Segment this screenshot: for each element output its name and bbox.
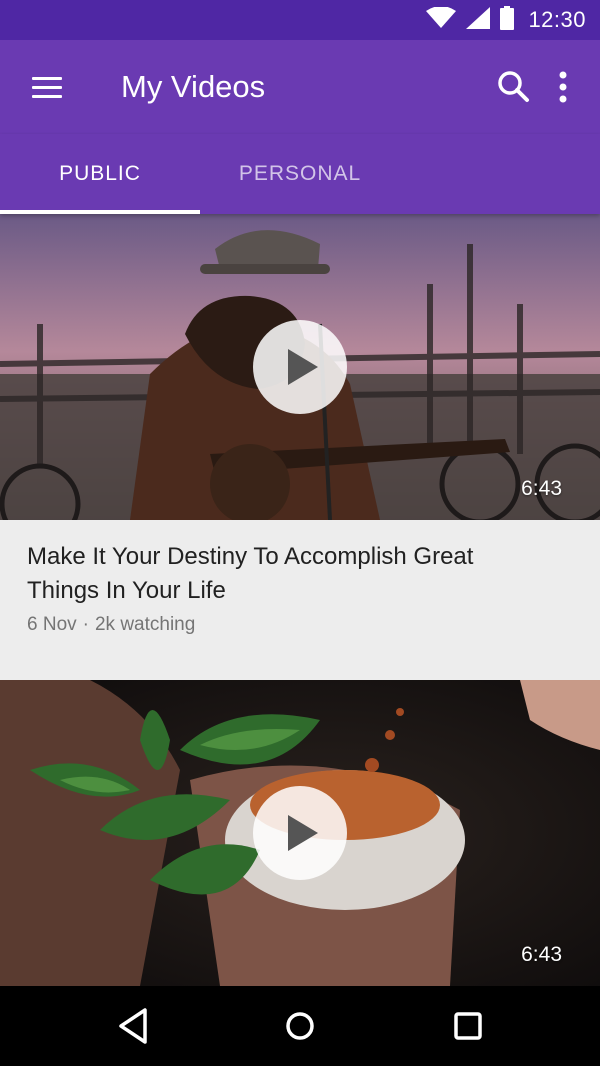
video-thumbnail[interactable]: 6:43 — [0, 214, 600, 520]
video-info[interactable]: Make It Your Destiny To Accomplish Great… — [0, 520, 600, 680]
video-duration: 6:43 — [521, 943, 562, 966]
play-button[interactable] — [253, 320, 347, 414]
home-icon — [286, 1012, 314, 1040]
more-vert-icon — [559, 71, 567, 103]
play-button[interactable] — [253, 786, 347, 880]
video-meta: 6 Nov · 2k watching — [27, 614, 195, 636]
recents-button[interactable] — [446, 1004, 490, 1048]
video-date: 6 Nov — [27, 614, 77, 635]
menu-button[interactable] — [22, 67, 70, 107]
app-bar: My Videos — [0, 40, 600, 134]
video-viewers: 2k watching — [94, 614, 196, 635]
video-title: Make It Your Destiny To Accomplish Great… — [27, 543, 474, 604]
play-icon — [288, 349, 318, 385]
battery-icon — [500, 5, 515, 35]
back-button[interactable] — [111, 1004, 155, 1048]
menu-icon-line — [32, 86, 62, 89]
video-card[interactable]: 6:43 Make It Your Destiny To Accomplish … — [0, 214, 600, 680]
page-title: My Videos — [121, 69, 266, 104]
video-card[interactable]: 6:43 — [0, 680, 600, 986]
recents-icon — [454, 1012, 482, 1040]
tab-bar: PUBLIC PERSONAL — [0, 134, 600, 214]
search-button[interactable] — [494, 67, 534, 107]
video-duration: 6:43 — [521, 477, 562, 500]
video-thumbnail[interactable]: 6:43 — [0, 680, 600, 986]
tab-indicator — [0, 210, 200, 214]
back-icon — [119, 1008, 147, 1044]
signal-icon — [466, 6, 491, 34]
meta-separator: · — [82, 614, 89, 635]
tab-public[interactable]: PUBLIC — [0, 134, 200, 214]
search-icon — [498, 71, 529, 102]
status-icons: 12:30 — [426, 0, 586, 40]
wifi-icon — [426, 5, 457, 34]
status-time: 12:30 — [528, 7, 586, 32]
home-button[interactable] — [278, 1004, 322, 1048]
tab-personal[interactable]: PERSONAL — [200, 134, 400, 214]
menu-icon-line — [32, 95, 62, 98]
menu-icon — [32, 77, 62, 80]
navigation-bar — [0, 986, 600, 1066]
status-bar: 12:30 — [0, 0, 600, 40]
play-icon — [288, 815, 318, 851]
more-options-button[interactable] — [548, 67, 578, 107]
